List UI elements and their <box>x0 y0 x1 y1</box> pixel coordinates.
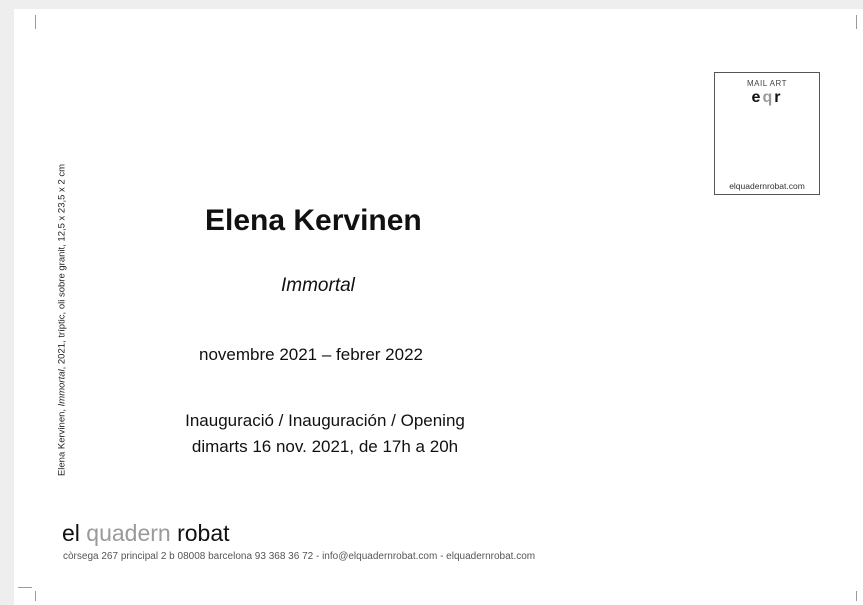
stamp-logo-e: e <box>751 89 763 106</box>
exhibition-title: Immortal <box>281 275 355 296</box>
stamp-url: elquadernrobat.com <box>729 181 805 191</box>
brand-quadern: quadern <box>86 520 171 546</box>
artwork-caption: Elena Kervinen, Immortal, 2021, tríptic,… <box>57 164 68 476</box>
crop-mark-bottom-left-v <box>35 591 36 601</box>
caption-title: Immortal <box>56 369 68 407</box>
stamp-label: MAIL ART <box>746 79 787 88</box>
crop-mark-bottom-left-h <box>18 587 32 588</box>
artist-name: Elena Kervinen <box>205 204 422 237</box>
brand-robat: robat <box>177 520 230 546</box>
opening-label: Inauguració / Inauguración / Opening <box>185 411 465 430</box>
brand-el: el <box>62 520 80 546</box>
stamp-logo: eqr <box>715 89 819 107</box>
gallery-address: còrsega 267 principal 2 b 08008 barcelon… <box>63 551 536 562</box>
opening-info: Inauguració / Inauguración / Opening dim… <box>165 408 485 460</box>
stamp-logo-r: r <box>774 89 783 106</box>
stamp-logo-q: q <box>762 89 775 106</box>
caption-artist: Elena Kervinen, <box>56 406 68 477</box>
mail-art-stamp: MAIL ART eqr elquadernrobat.com <box>714 72 820 195</box>
crop-mark-bottom-right <box>856 591 857 601</box>
crop-mark-top-left <box>35 15 36 29</box>
gallery-logo: el quadern robat <box>62 520 230 547</box>
exhibition-dates: novembre 2021 – febrer 2022 <box>199 345 423 364</box>
caption-details: , 2021, tríptic, oli sobre granit, 12,5 … <box>56 163 68 370</box>
crop-mark-top-right <box>856 15 857 29</box>
opening-datetime: dimarts 16 nov. 2021, de 17h a 20h <box>191 437 459 456</box>
